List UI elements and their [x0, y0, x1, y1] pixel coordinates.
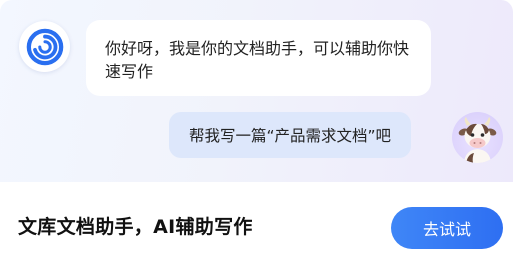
try-now-button[interactable]: 去试试 [391, 207, 503, 249]
assistant-avatar [19, 21, 70, 72]
swirl-logo-icon [26, 28, 63, 65]
assistant-message-text: 你好呀，我是你的文档助手，可以辅助你快速写作 [105, 39, 410, 81]
assistant-message-bubble: 你好呀，我是你的文档助手，可以辅助你快速写作 [86, 20, 431, 96]
promo-title: 文库文档助手，AI辅助写作 [18, 216, 253, 238]
cow-avatar-icon [458, 117, 497, 163]
user-message-text: 帮我写一篇“产品需求文档”吧 [189, 127, 392, 145]
user-avatar [452, 112, 503, 163]
user-message-bubble: 帮我写一篇“产品需求文档”吧 [169, 112, 412, 158]
assistant-promo-card: 你好呀，我是你的文档助手，可以辅助你快速写作 帮我写一篇“产品需求文档”吧 文库… [0, 0, 513, 262]
chat-area: 你好呀，我是你的文档助手，可以辅助你快速写作 帮我写一篇“产品需求文档”吧 [0, 0, 513, 182]
